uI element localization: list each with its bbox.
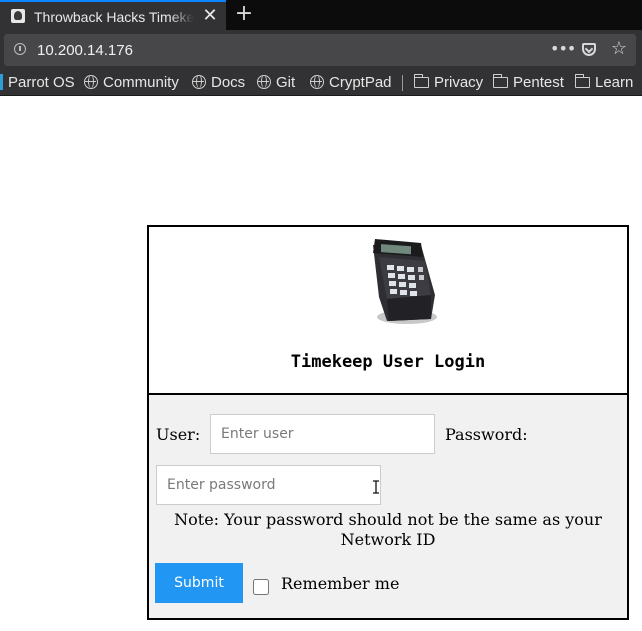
bookmark-label: Community: [103, 74, 179, 91]
login-title: Timekeep User Login: [290, 352, 486, 372]
folder-icon: [413, 74, 429, 88]
globe-icon: [192, 75, 206, 89]
text-cursor-icon: [373, 480, 379, 494]
pocket-icon[interactable]: [582, 43, 596, 56]
page-actions-more-icon[interactable]: •••: [550, 40, 576, 60]
bookmark-cryptpad[interactable]: CryptPad: [310, 73, 392, 93]
bookmark-folder-learn[interactable]: Learn: [574, 73, 634, 93]
bookmark-label: Parrot OS: [8, 74, 75, 91]
bookmarks-separator: [402, 75, 403, 91]
bookmarks-toolbar: Parrot OS Community Docs Git CryptPad Pr…: [0, 70, 642, 96]
bookmark-label: Privacy: [434, 74, 484, 91]
tab-active[interactable]: Throwback Hacks Timekeep User Login ✕: [0, 0, 226, 30]
bookmark-git[interactable]: Git: [257, 73, 295, 93]
folder-icon: [574, 74, 590, 88]
bookmark-label: Docs: [211, 74, 246, 91]
bookmark-folder-pentest[interactable]: Pentest: [492, 73, 564, 93]
submit-button[interactable]: Submit: [155, 563, 243, 603]
remember-me-checkbox[interactable]: [253, 579, 269, 595]
bookmark-parrot-os[interactable]: Parrot OS: [8, 73, 75, 93]
password-note: Note: Your password should not be the sa…: [174, 510, 602, 549]
bookmark-label: CryptPad: [329, 74, 392, 91]
password-label: Password:: [445, 425, 528, 444]
site-info-icon[interactable]: [14, 43, 26, 55]
close-tab-icon[interactable]: ✕: [200, 6, 220, 26]
address-bar[interactable]: 10.200.14.176 ••• ☆: [4, 34, 636, 66]
bookmark-label: Learn: [595, 74, 634, 91]
login-form: User: Password: Note: Your password shou…: [149, 395, 627, 618]
bookmark-community[interactable]: Community: [84, 73, 179, 93]
globe-icon: [310, 75, 324, 89]
bookmark-label: Pentest: [513, 74, 564, 91]
site-favicon-icon: [11, 9, 25, 23]
user-label: User:: [156, 425, 201, 444]
timeclock-image: [373, 239, 437, 324]
tab-title: Throwback Hacks Timekeep User Login: [34, 7, 194, 27]
bookmark-label: Git: [276, 74, 296, 91]
login-header: Timekeep User Login: [149, 227, 627, 395]
globe-icon: [84, 75, 98, 89]
address-bar-url[interactable]: 10.200.14.176: [37, 41, 133, 61]
login-container: Timekeep User Login User: Password: Note…: [147, 225, 629, 620]
bookmark-overflow-edge: [0, 74, 3, 90]
new-tab-icon[interactable]: +: [232, 2, 256, 26]
bookmark-folder-privacy[interactable]: Privacy: [413, 73, 484, 93]
folder-icon: [492, 74, 508, 88]
bookmark-star-icon[interactable]: ☆: [608, 38, 630, 60]
user-input[interactable]: [210, 414, 435, 454]
globe-icon: [257, 75, 271, 89]
password-input[interactable]: [156, 465, 381, 505]
remember-me-label: Remember me: [281, 574, 400, 593]
bookmark-docs[interactable]: Docs: [192, 73, 245, 93]
tab-bar: Throwback Hacks Timekeep User Login ✕ +: [0, 0, 642, 30]
navigation-bar: 10.200.14.176 ••• ☆: [0, 30, 642, 70]
